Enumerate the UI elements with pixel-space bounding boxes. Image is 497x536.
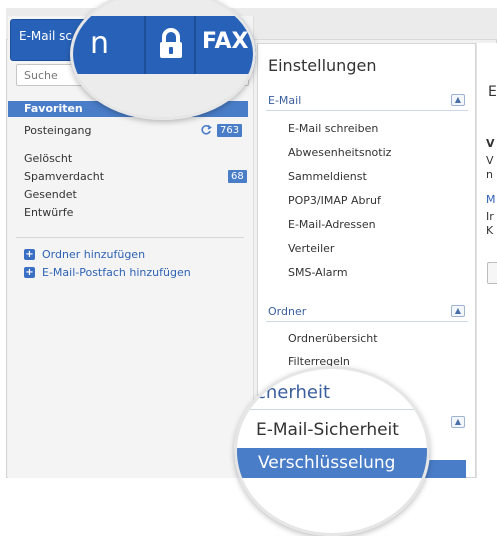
spam-count-badge: 68 xyxy=(228,170,247,183)
content-header: E xyxy=(488,84,497,100)
content-panel xyxy=(476,43,497,478)
folder-label: Gesendet xyxy=(24,188,77,201)
settings-item-email-adressen[interactable]: E-Mail-Adressen xyxy=(288,218,376,231)
sidebar-item-spamverdacht[interactable]: Spamverdacht xyxy=(24,170,104,183)
collapse-ordner-button[interactable]: ▲ xyxy=(451,305,465,317)
magnified-item-email-sicherheit[interactable]: E-Mail-Sicherheit xyxy=(256,420,399,440)
section-divider xyxy=(266,321,468,322)
folder-label: Spamverdacht xyxy=(24,170,105,183)
inbox-count-badge: 763 xyxy=(217,124,243,137)
sidebar-item-posteingang[interactable]: Posteingang xyxy=(24,124,92,137)
folder-label: Posteingang xyxy=(24,124,92,137)
magnified-item-verschluesselung: Verschlüsselung xyxy=(258,453,396,473)
lock-tile[interactable] xyxy=(146,16,196,74)
content-line: n xyxy=(486,168,493,181)
fax-tile[interactable]: FAX xyxy=(196,16,256,74)
search-placeholder: Suche xyxy=(24,69,58,82)
sidebar-item-gesendet[interactable]: Gesendet xyxy=(24,188,77,201)
settings-item-pop3-imap[interactable]: POP3/IMAP Abruf xyxy=(288,194,381,207)
content-line: Ir xyxy=(486,210,494,223)
add-mailbox-link[interactable]: E-Mail-Postfach hinzufügen xyxy=(42,266,191,279)
settings-title: Einstellungen xyxy=(268,56,377,75)
magnified-text: n xyxy=(90,26,110,61)
lock-icon xyxy=(160,28,182,58)
content-link[interactable]: M xyxy=(486,193,496,206)
folder-label: Entwürfe xyxy=(24,206,74,219)
section-divider xyxy=(250,409,430,410)
section-heading-email: E-Mail xyxy=(268,94,302,107)
content-button[interactable] xyxy=(487,262,497,284)
settings-item-ordneruebersicht[interactable]: Ordnerübersicht xyxy=(288,332,378,345)
section-divider xyxy=(266,110,468,111)
section-heading-ordner: Ordner xyxy=(268,305,307,318)
content-line: V xyxy=(486,154,494,167)
content-line: K xyxy=(486,224,494,237)
sidebar-item-entwuerfe[interactable]: Entwürfe xyxy=(24,206,73,219)
settings-item-verteiler[interactable]: Verteiler xyxy=(288,242,334,255)
collapse-email-button[interactable]: ▲ xyxy=(451,94,465,106)
plus-icon: + xyxy=(24,267,35,278)
refresh-icon[interactable] xyxy=(200,124,212,136)
content-bold: V xyxy=(486,137,495,150)
magnifier-top: n FAX xyxy=(70,0,256,120)
plus-icon: + xyxy=(24,249,35,260)
fax-label: FAX xyxy=(202,29,249,54)
settings-item-abwesenheitsnotiz[interactable]: Abwesenheitsnotiz xyxy=(288,146,391,159)
magnified-selected-row[interactable]: Verschlüsselung xyxy=(234,448,430,478)
sidebar-divider xyxy=(16,237,244,238)
folder-label: Gelöscht xyxy=(24,152,73,165)
sidebar-item-geloescht[interactable]: Gelöscht xyxy=(24,152,72,165)
settings-item-sammeldienst[interactable]: Sammeldienst xyxy=(288,170,367,183)
settings-item-sms-alarm[interactable]: SMS-Alarm xyxy=(288,266,348,279)
magnified-section-heading: cherheit xyxy=(256,382,331,403)
collapse-sicherheit-button[interactable]: ▲ xyxy=(451,416,465,428)
magnified-tile-text: n xyxy=(70,16,146,74)
settings-item-email-schreiben[interactable]: E-Mail schreiben xyxy=(288,122,378,135)
add-folder-link[interactable]: Ordner hinzufügen xyxy=(42,248,145,261)
magnifier-bottom: cherheit E-Mail-Sicherheit Verschlüsselu… xyxy=(234,366,430,536)
compose-email-label: E-Mail sc xyxy=(19,29,72,43)
